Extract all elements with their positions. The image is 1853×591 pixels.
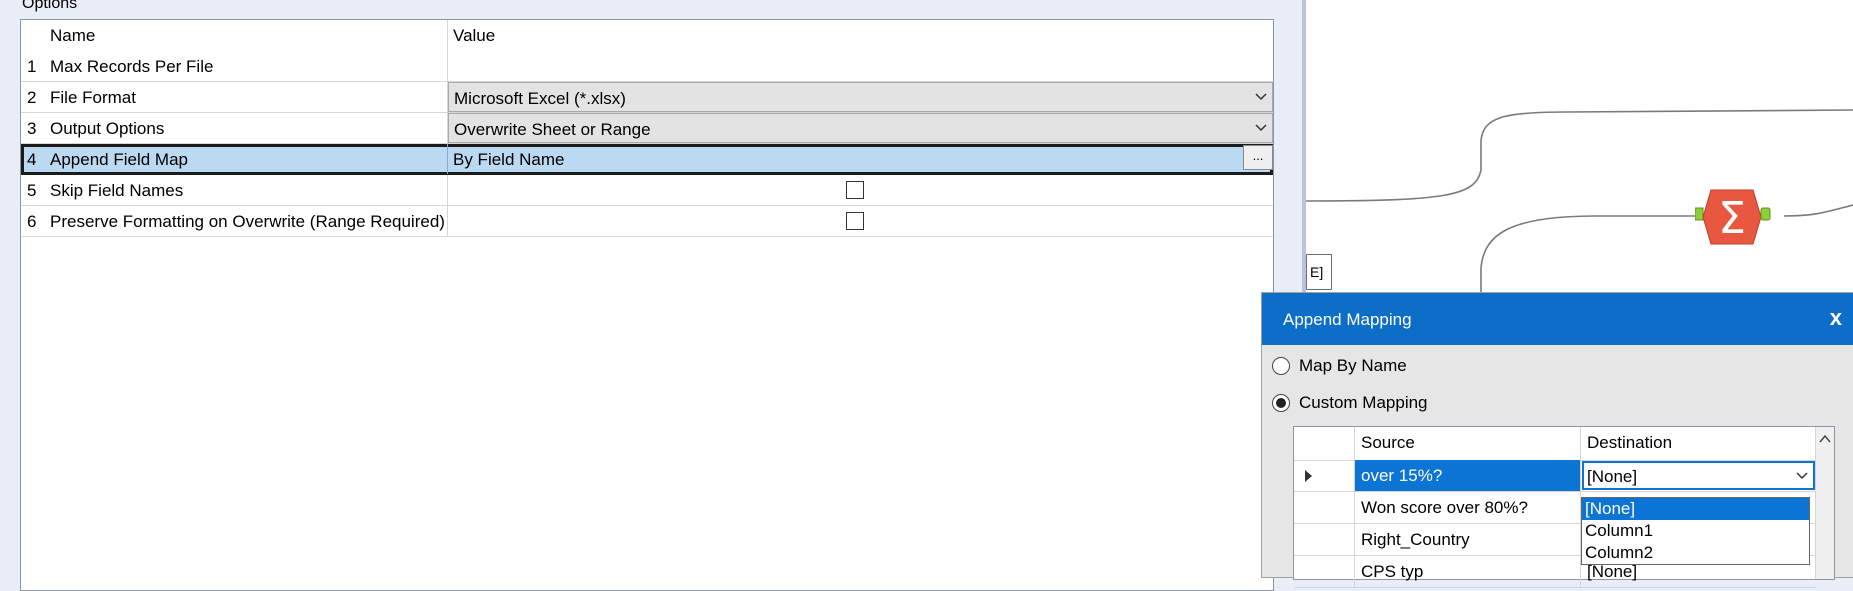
chevron-down-icon <box>1255 93 1267 101</box>
chevron-down-icon <box>1796 472 1808 480</box>
scroll-up-icon[interactable] <box>1816 431 1834 447</box>
option-name: Append Field Map <box>50 150 188 169</box>
row-index: 2 <box>27 88 37 107</box>
dialog-title-bar[interactable]: Append Mapping x <box>1262 293 1853 345</box>
option-name: File Format <box>50 88 136 107</box>
source-cell: Won score over 80%? <box>1355 492 1581 523</box>
value-column-header: Value <box>453 26 496 45</box>
output-options-dropdown[interactable]: Overwrite Sheet or Range <box>448 113 1273 143</box>
option-row-output-options[interactable]: 3 Output Options Overwrite Sheet or Rang… <box>21 113 1273 144</box>
preserve-formatting-checkbox[interactable] <box>846 212 864 230</box>
file-format-dropdown[interactable]: Microsoft Excel (*.xlsx) <box>448 82 1273 112</box>
mapping-grid-header: Source Destination <box>1294 427 1834 461</box>
source-column-header: Source <box>1361 433 1415 452</box>
source-cell: Right_Country <box>1355 524 1581 555</box>
row-index: 5 <box>27 181 37 200</box>
option-row-preserve-formatting[interactable]: 6 Preserve Formatting on Overwrite (Rang… <box>21 206 1273 237</box>
option-name: Max Records Per File <box>50 57 214 76</box>
name-column-header: Name <box>50 26 96 45</box>
dropdown-option[interactable]: Column1 <box>1582 520 1809 542</box>
close-icon[interactable]: x <box>1830 305 1842 331</box>
row-selector[interactable] <box>1294 460 1355 491</box>
map-by-name-radio[interactable] <box>1272 357 1290 375</box>
custom-mapping-label[interactable]: Custom Mapping <box>1299 393 1428 413</box>
destination-dropdown-list: [None] Column1 Column2 <box>1581 497 1810 565</box>
dropdown-option[interactable]: Column2 <box>1582 542 1809 564</box>
svg-text:Σ: Σ <box>1718 193 1746 244</box>
skip-field-names-checkbox[interactable] <box>846 181 864 199</box>
source-cell: over 15%? <box>1355 460 1581 491</box>
source-cell: CPS typ <box>1355 556 1581 587</box>
row-index: 6 <box>27 212 37 231</box>
max-records-input[interactable] <box>448 51 1273 81</box>
current-row-arrow-icon <box>1305 470 1312 482</box>
chevron-down-icon <box>1255 124 1267 132</box>
row-index: 3 <box>27 119 37 138</box>
append-field-map-value[interactable]: By Field Name ... <box>448 144 1273 174</box>
dropdown-option[interactable]: [None] <box>1582 498 1809 520</box>
append-mapping-dialog: Append Mapping x Map By Name Custom Mapp… <box>1261 292 1853 588</box>
destination-column-header: Destination <box>1587 433 1673 452</box>
mapping-row[interactable]: over 15%? [None] <box>1294 460 1816 492</box>
map-by-name-label[interactable]: Map By Name <box>1299 356 1407 376</box>
option-name: Output Options <box>50 119 165 138</box>
output-options-value: Overwrite Sheet or Range <box>454 120 651 139</box>
summarize-tool-icon[interactable]: Σ <box>1695 186 1785 248</box>
mapping-scrollbar[interactable] <box>1815 427 1834 579</box>
ellipsis-button[interactable]: ... <box>1243 145 1273 170</box>
options-label: Options <box>22 0 78 12</box>
file-format-value: Microsoft Excel (*.xlsx) <box>454 89 626 108</box>
dialog-title: Append Mapping <box>1283 310 1412 329</box>
options-header: Name Value <box>21 20 1273 51</box>
custom-mapping-radio[interactable] <box>1272 394 1290 412</box>
row-index: 1 <box>27 57 37 76</box>
canvas-tool-partial[interactable]: E] <box>1306 254 1332 290</box>
option-row-append-field-map[interactable]: 4 Append Field Map By Field Name ... <box>21 144 1273 175</box>
option-row-file-format[interactable]: 2 File Format Microsoft Excel (*.xlsx) <box>21 82 1273 113</box>
option-row-max-records[interactable]: 1 Max Records Per File <box>21 51 1273 82</box>
option-row-skip-field-names[interactable]: 5 Skip Field Names <box>21 175 1273 206</box>
option-name: Preserve Formatting on Overwrite (Range … <box>50 212 445 231</box>
destination-dropdown[interactable]: [None] <box>1582 461 1815 490</box>
row-index: 4 <box>27 150 37 169</box>
options-grid: Name Value 1 Max Records Per File 2 File… <box>20 19 1274 591</box>
option-name: Skip Field Names <box>50 181 184 200</box>
